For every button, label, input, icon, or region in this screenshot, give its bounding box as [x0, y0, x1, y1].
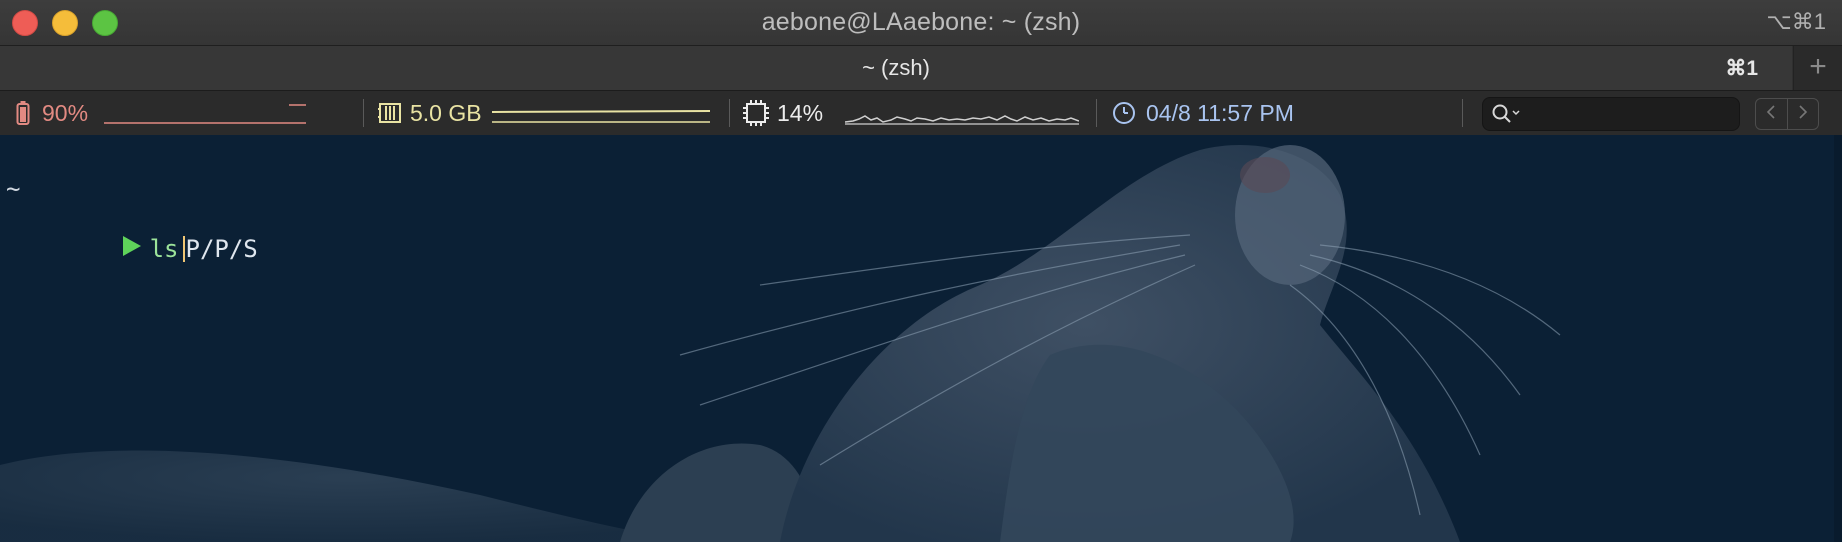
- find-next-button[interactable]: [1786, 99, 1819, 129]
- status-separator: [1096, 99, 1097, 127]
- new-tab-button[interactable]: +: [1793, 46, 1842, 90]
- current-directory: ~: [6, 175, 21, 203]
- cpu-sparkline: [845, 115, 1080, 125]
- tab-shortcut: ⌘1: [1725, 57, 1758, 80]
- tab-bar: ~ (zsh) ⌘1 +: [0, 46, 1842, 91]
- battery-sparkline: [104, 104, 307, 124]
- find-navigation: [1755, 98, 1819, 130]
- cpu-icon: [743, 100, 769, 126]
- tab-label: ~ (zsh): [862, 55, 930, 80]
- terminal-window: aebone@LAaebone: ~ (zsh) ⌥⌘1 ~ (zsh) ⌘1 …: [0, 0, 1842, 542]
- prompt-line[interactable]: ls P/P/S: [6, 207, 258, 291]
- status-separator: [729, 99, 730, 127]
- battery-status[interactable]: 90%: [16, 91, 307, 135]
- title-bar[interactable]: aebone@LAaebone: ~ (zsh) ⌥⌘1: [0, 0, 1842, 46]
- search-input[interactable]: [1482, 97, 1740, 131]
- command-args: P/P/S: [185, 235, 258, 263]
- battery-icon: [16, 100, 30, 126]
- clock-icon: [1112, 101, 1136, 125]
- chevron-left-icon: [1766, 104, 1776, 125]
- text-cursor: [182, 236, 185, 262]
- chevron-right-icon: [1798, 104, 1808, 125]
- tab-zsh[interactable]: ~ (zsh) ⌘1: [0, 46, 1792, 90]
- find-previous-button[interactable]: [1756, 99, 1787, 129]
- memory-status[interactable]: 5.0 GB: [378, 91, 710, 135]
- clock-value: 04/8 11:57 PM: [1146, 99, 1294, 126]
- status-bar: 90% 5.0 GB 14% 04/8 11:57 PM: [0, 91, 1842, 136]
- window-title: aebone@LAaebone: ~ (zsh): [761, 8, 1081, 36]
- scrollbar[interactable]: [1834, 135, 1842, 542]
- status-separator: [363, 99, 364, 127]
- status-separator: [1462, 99, 1463, 127]
- clock-status[interactable]: 04/8 11:57 PM: [1112, 91, 1294, 135]
- battery-value: 90%: [42, 99, 89, 126]
- memory-value: 5.0 GB: [410, 99, 482, 126]
- cpu-status[interactable]: 14%: [743, 91, 1080, 135]
- memory-sparkline: [491, 110, 710, 123]
- cpu-value: 14%: [777, 99, 824, 126]
- window-shortcut: ⌥⌘1: [1766, 9, 1826, 34]
- prompt-arrow-icon: [6, 207, 142, 291]
- command-text: ls: [149, 235, 179, 263]
- search-icon: [1491, 103, 1523, 130]
- terminal-output[interactable]: ~ ls P/P/S: [0, 135, 1842, 542]
- plus-icon: +: [1809, 50, 1827, 83]
- memory-icon: [378, 101, 402, 125]
- background-image: [0, 145, 1561, 542]
